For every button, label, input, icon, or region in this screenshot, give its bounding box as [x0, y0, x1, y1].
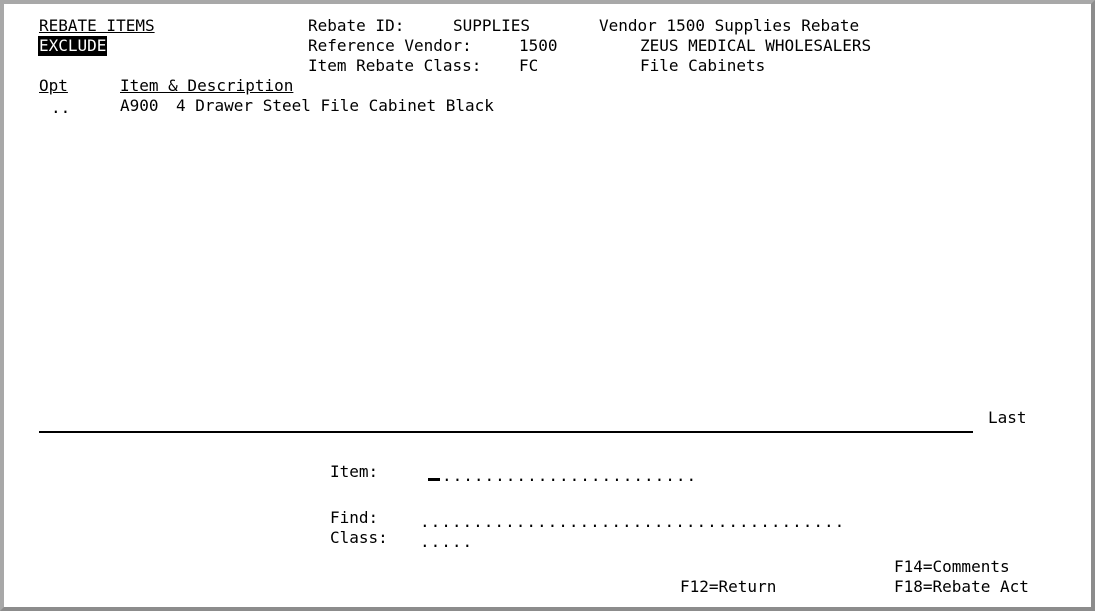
item-input[interactable]: ........................ [442, 466, 697, 486]
screen-title: REBATE ITEMS [39, 16, 155, 35]
row-item-number: A900 [120, 96, 159, 115]
class-input[interactable]: ..... [420, 532, 473, 552]
f14-comments-key[interactable]: F14=Comments [894, 557, 1010, 577]
rebate-id-label: Rebate ID: [308, 16, 405, 35]
f18-rebate-activity-key[interactable]: F18=Rebate Act [894, 577, 1029, 597]
column-header-item-description: Item & Description [120, 76, 294, 95]
find-field-label: Find: [330, 508, 379, 527]
list-position-indicator: Last [988, 408, 1027, 427]
rebate-description: Vendor 1500 Supplies Rebate [599, 16, 860, 35]
item-rebate-class-description: File Cabinets [640, 56, 766, 75]
item-rebate-class-label: Item Rebate Class: [308, 56, 482, 75]
item-field-label: Item: [330, 462, 379, 481]
mode-indicator: EXCLUDE [38, 36, 108, 56]
find-input[interactable]: ........................................ [420, 512, 845, 532]
column-header-opt: Opt [39, 76, 68, 95]
rebate-id-value: SUPPLIES [453, 16, 531, 35]
text-cursor [428, 478, 440, 481]
reference-vendor-name: ZEUS MEDICAL WHOLESALERS [640, 36, 872, 55]
reference-vendor-label: Reference Vendor: [308, 36, 472, 55]
item-rebate-class-value: FC [519, 56, 539, 75]
row-option-field[interactable]: .. [51, 98, 70, 118]
terminal-screen: REBATE ITEMS EXCLUDE Rebate ID: SUPPLIES… [0, 0, 1095, 611]
class-field-label: Class: [330, 528, 388, 547]
reference-vendor-value: 1500 [519, 36, 558, 55]
row-item-description: 4 Drawer Steel File Cabinet Black [176, 96, 494, 115]
list-divider [39, 431, 973, 433]
f12-return-key[interactable]: F12=Return [680, 577, 776, 597]
